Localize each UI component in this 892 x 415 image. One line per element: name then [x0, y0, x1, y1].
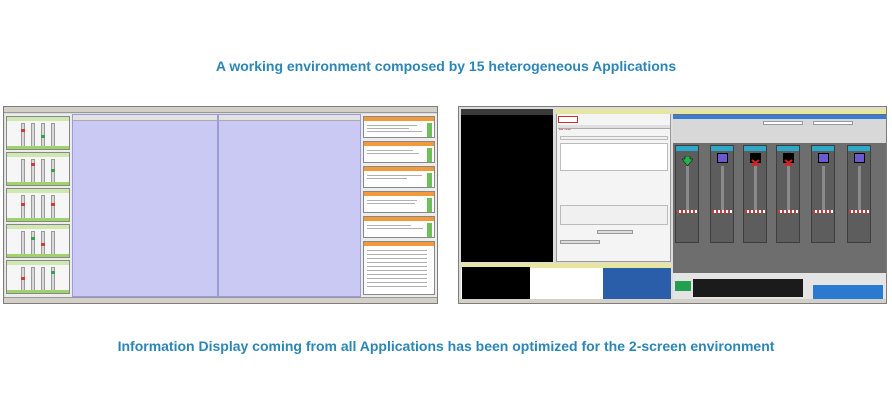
message-area	[560, 143, 668, 171]
info-panel	[363, 216, 435, 238]
bottom-video-panel	[462, 267, 530, 303]
screen1-status-bar	[4, 297, 437, 303]
status-panel	[6, 224, 70, 258]
form-row	[560, 136, 668, 140]
control-column[interactable]	[811, 145, 835, 243]
april-logo: APRIL	[558, 116, 578, 131]
blue-square-icon	[818, 153, 829, 163]
form-button[interactable]	[597, 230, 633, 234]
status-panel	[6, 188, 70, 222]
info-panel	[363, 166, 435, 188]
video-panel-header	[461, 109, 553, 115]
blue-square-icon	[854, 153, 865, 163]
screen-one-screenshot	[3, 106, 438, 304]
control-field[interactable]	[763, 121, 803, 125]
green-arrow-icon	[681, 153, 694, 167]
log-grid	[693, 279, 803, 297]
control-column[interactable]	[847, 145, 871, 243]
status-indicator	[675, 281, 691, 291]
april-application-panel: APRIL	[556, 109, 671, 262]
screen1-left-panel-stack	[5, 114, 72, 297]
bottom-blue-panel	[603, 268, 671, 303]
status-panel	[6, 260, 70, 294]
screen1-taskbar	[4, 107, 437, 113]
top-caption: A working environment composed by 15 het…	[215, 58, 677, 74]
blue-bar	[813, 285, 883, 299]
status-panel	[6, 116, 70, 150]
control-column[interactable]	[710, 145, 734, 243]
blue-square-icon	[717, 153, 728, 163]
red-cross-icon	[750, 153, 761, 167]
control-panel-titlebar	[673, 115, 886, 119]
control-column[interactable]	[675, 145, 699, 243]
control-panel-toolbar	[673, 115, 886, 143]
screen-two-screenshot: APRIL	[458, 106, 887, 304]
info-panel	[363, 141, 435, 163]
info-panel	[363, 191, 435, 213]
info-panel	[363, 116, 435, 138]
display-area-right	[218, 114, 361, 297]
bottom-caption: Information Display coming from all Appl…	[117, 338, 775, 354]
screen1-right-panel-stack	[361, 114, 437, 297]
video-panel	[461, 109, 553, 262]
april-panel-header	[556, 109, 671, 114]
form-button[interactable]	[560, 240, 600, 244]
info-panel-large	[363, 241, 435, 295]
red-cross-icon	[783, 153, 794, 167]
control-field[interactable]	[813, 121, 853, 125]
tab-bar	[558, 125, 670, 129]
display-area-left	[72, 114, 218, 297]
screen2-status-bar	[459, 299, 886, 303]
form-box	[560, 205, 668, 225]
status-panel	[6, 152, 70, 186]
control-column[interactable]	[743, 145, 767, 243]
control-panel-header	[673, 109, 886, 114]
control-column[interactable]	[776, 145, 800, 243]
